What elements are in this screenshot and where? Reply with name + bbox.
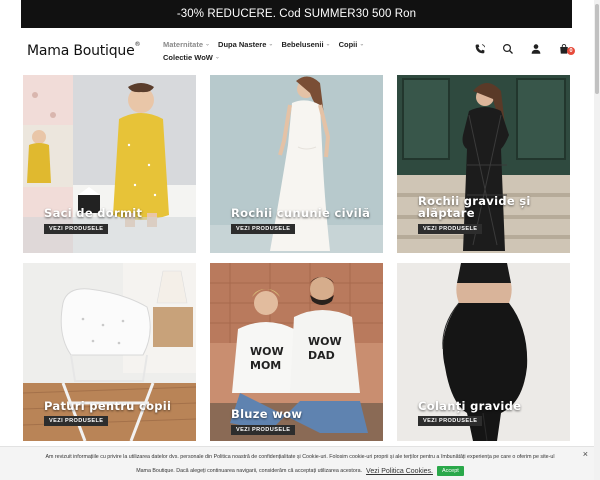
category-tile-bluze-wow[interactable]: WOW MOM WOW DAD Bluze wow VEZI PRODUSELE [210,263,383,441]
close-icon[interactable]: × [583,449,588,459]
nav-item-dupa-nastere[interactable]: Dupa Nastere ⌄ [218,40,273,49]
chevron-down-icon: ⌄ [359,41,365,48]
promo-text: -30% REDUCERE. Cod SUMMER30 500 Ron [176,8,417,20]
paturi-pentru-copii-image [23,263,196,441]
svg-text:MOM: MOM [250,359,281,372]
view-products-button[interactable]: VEZI PRODUSELE [418,416,483,426]
tile-title: Paturi pentru copii [44,399,172,413]
promo-bar[interactable]: -30% REDUCERE. Cod SUMMER30 500 Ron [21,0,572,28]
accept-cookies-button[interactable]: Accept [436,466,464,476]
view-products-button[interactable]: VEZI PRODUSELE [44,416,109,426]
colanti-gravide-image [397,263,570,441]
site-header: Mama Boutique® Maternitate ⌄ Dupa Nastere… [0,28,600,74]
chevron-down-icon: ⌄ [325,41,331,48]
phone-icon[interactable] [474,42,486,54]
scrollbar[interactable] [594,0,600,480]
view-products-button[interactable]: VEZI PRODUSELE [44,224,109,234]
view-products-button[interactable]: VEZI PRODUSELE [418,224,483,234]
tile-title: Saci de dormit [44,206,143,220]
cart-count-badge: 0 [567,47,575,55]
category-tile-saci-de-dormit[interactable]: Saci de dormit VEZI PRODUSELE [23,75,196,253]
nav-item-copii[interactable]: Copii ⌄ [339,40,365,49]
search-icon[interactable] [502,42,514,54]
nav-item-maternitate[interactable]: Maternitate ⌄ [163,40,210,49]
cookie-policy-link[interactable]: Vezi Politica Cookies. [366,468,433,475]
tile-title: Colanți gravide [418,399,522,413]
nav-item-bebelusenii[interactable]: Bebelusenii ⌄ [281,40,330,49]
page: -30% REDUCERE. Cod SUMMER30 500 Ron Mama… [0,0,600,480]
cookie-banner: Am revizuit informațiile cu privire la u… [0,446,600,480]
header-icons: 0 [474,42,575,55]
category-tile-rochii-cununie-civila[interactable]: Rochii cununie civilă VEZI PRODUSELE [210,75,383,253]
category-tile-rochii-gravide-alaptare[interactable]: Rochii gravide și alăptare VEZI PRODUSEL… [397,75,570,253]
tile-title: Rochii cununie civilă [231,206,371,220]
main-nav: Maternitate ⌄ Dupa Nastere ⌄ Bebelusenii ⌄ … [163,38,393,64]
cart-icon[interactable]: 0 [558,42,575,55]
category-tile-colanti-gravide[interactable]: Colanți gravide VEZI PRODUSELE [397,263,570,441]
svg-text:DAD: DAD [308,349,335,362]
view-products-button[interactable]: VEZI PRODUSELE [231,224,296,234]
registered-mark: ® [134,41,141,48]
category-tile-paturi-pentru-copii[interactable]: Paturi pentru copii VEZI PRODUSELE [23,263,196,441]
scrollbar-thumb[interactable] [595,4,599,94]
logo[interactable]: Mama Boutique® [27,41,141,59]
cookie-text-line-2-row: Mama Boutique. Dacă alegeți continuarea … [0,466,600,476]
user-icon[interactable] [530,42,542,54]
tile-title: Rochii gravide și alăptare [418,194,531,220]
tile-title: Bluze wow [231,407,303,421]
view-products-button[interactable]: VEZI PRODUSELE [231,425,296,435]
svg-text:WOW: WOW [250,345,284,358]
nav-item-colectie-wow[interactable]: Colectie WoW ⌄ [163,53,220,62]
cookie-text-line-2: Mama Boutique. Dacă alegeți continuarea … [136,468,363,474]
svg-text:WOW: WOW [308,335,342,348]
chevron-down-icon: ⌄ [214,54,220,61]
cookie-text-line-1: Am revizuit informațiile cu privire la u… [45,454,555,460]
chevron-down-icon: ⌄ [205,41,211,48]
chevron-down-icon: ⌄ [268,41,274,48]
